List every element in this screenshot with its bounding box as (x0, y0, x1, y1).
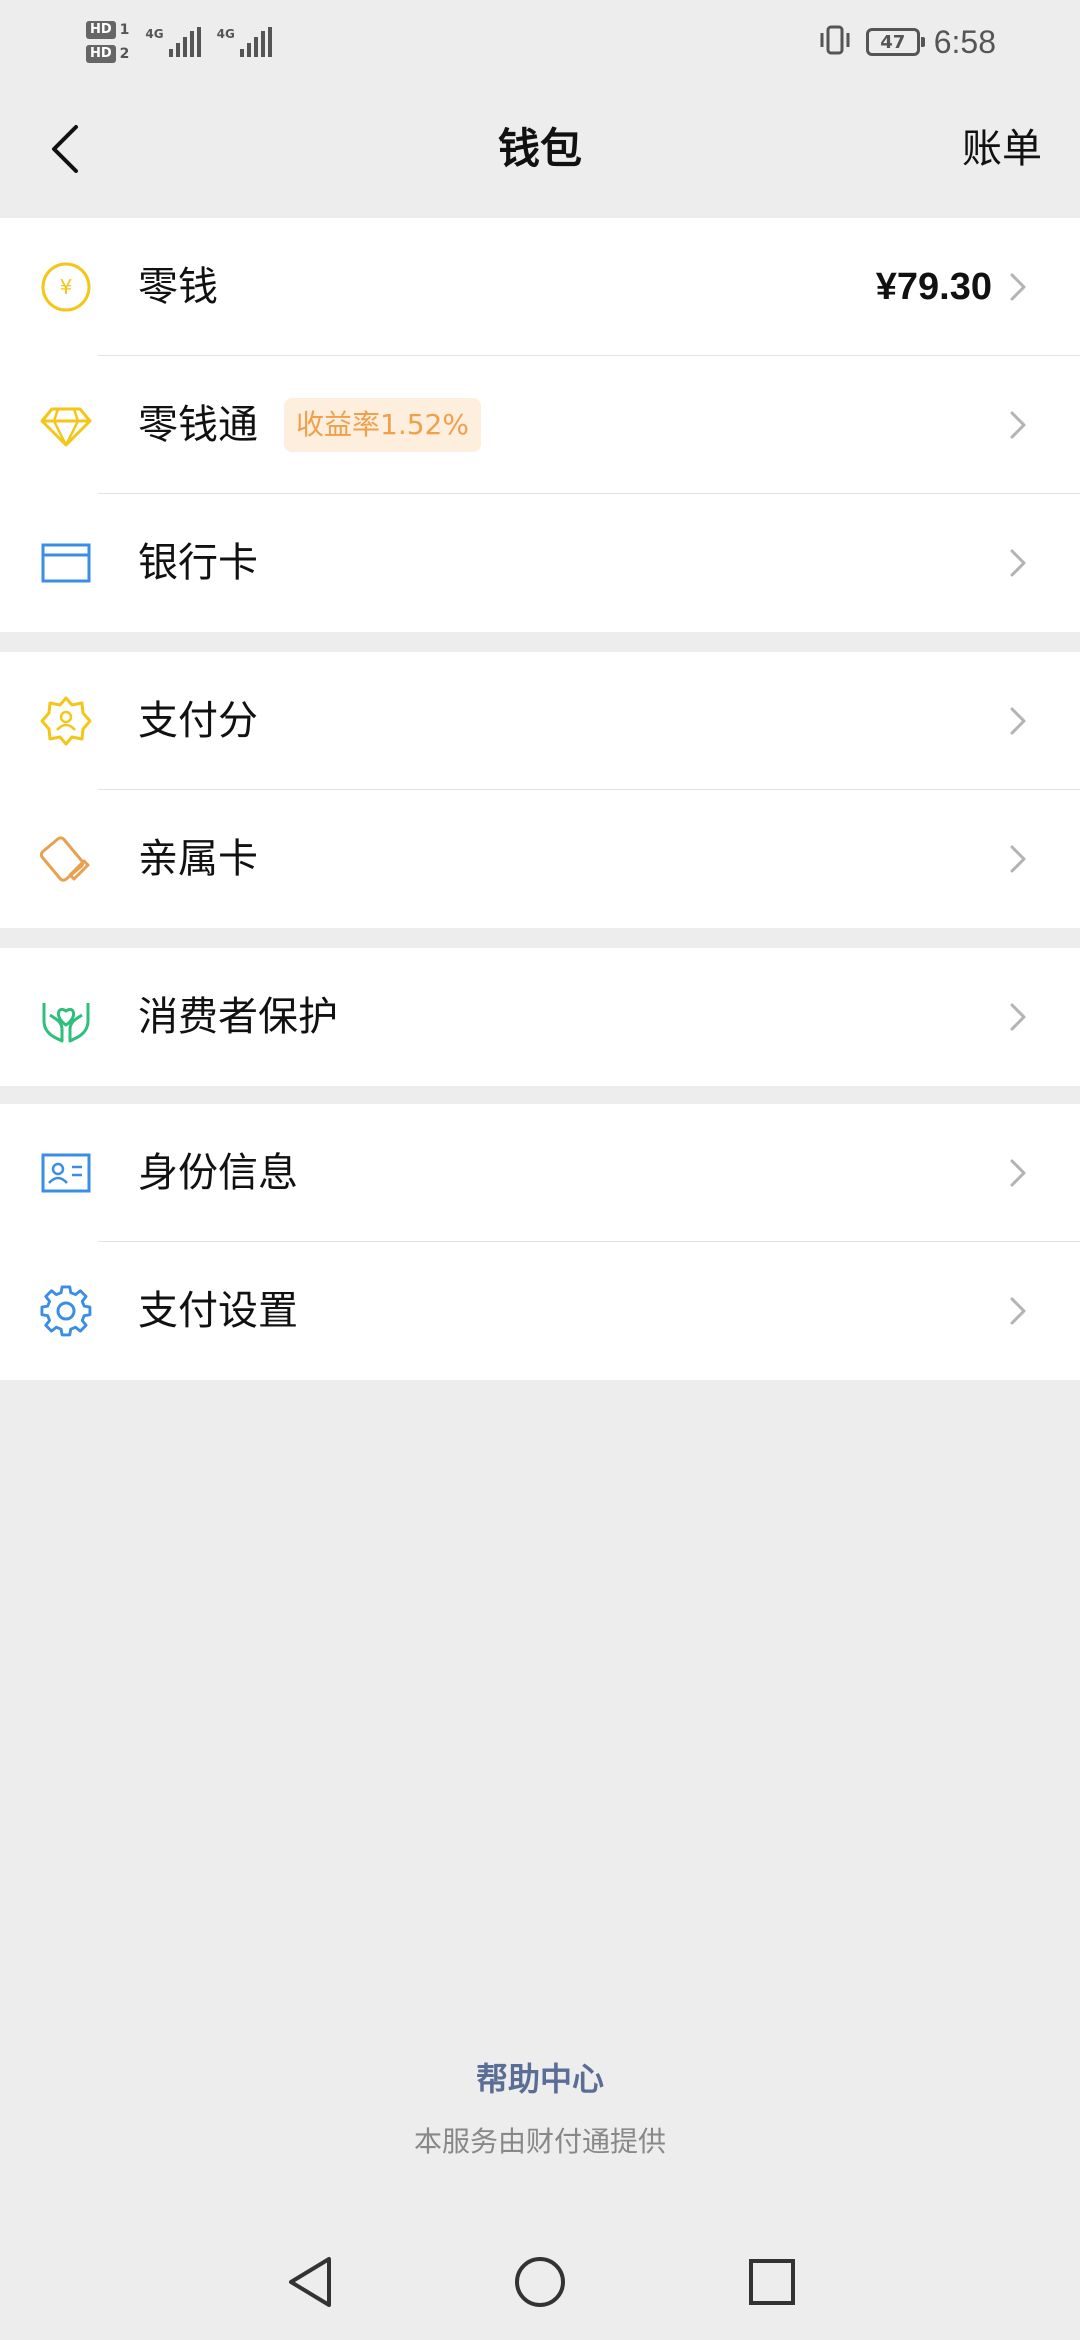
item-label: 银行卡 (138, 540, 258, 586)
item-label: 消费者保护 (138, 994, 338, 1040)
triangle-back-icon (289, 2257, 331, 2307)
list-item-bank-card[interactable]: 银行卡 (0, 494, 1080, 632)
balance-amount: ¥79.30 (875, 266, 992, 308)
square-recents-icon (749, 2259, 795, 2305)
sim2-row: HD 2 (86, 45, 129, 63)
clock: 6:58 (933, 23, 996, 60)
list-item-change[interactable]: ¥ 零钱 ¥79.30 (0, 218, 1080, 356)
vibrate-icon (818, 23, 852, 61)
wallet-section-protection: 消费者保护 (0, 948, 1080, 1086)
nav-recents-button[interactable] (742, 2252, 802, 2312)
item-label: 亲属卡 (138, 836, 258, 882)
chevron-right-icon (1010, 549, 1026, 577)
title-bar: 钱包 账单 (0, 86, 1080, 216)
chevron-right-icon (1010, 273, 1026, 301)
list-item-payment-settings[interactable]: 支付设置 (0, 1242, 1080, 1380)
nav-back-button[interactable] (280, 2252, 340, 2312)
service-provider-text: 本服务由财付通提供 (413, 2125, 666, 2158)
status-right: 47 6:58 (818, 16, 996, 68)
battery-level: 47 (880, 31, 906, 53)
id-card-icon (40, 1147, 92, 1199)
family-card-icon (40, 833, 92, 885)
item-label: 身份信息 (138, 1150, 298, 1196)
sim1-row: HD 1 (86, 21, 129, 39)
chevron-right-icon (1010, 1003, 1026, 1031)
page-title: 钱包 (497, 124, 582, 173)
nav-home-button[interactable] (510, 2252, 570, 2312)
wallet-section-settings: 身份信息 支付设置 (0, 1104, 1080, 1380)
item-label: 支付分 (138, 698, 258, 744)
sim1-number: 1 (119, 22, 130, 38)
payscore-icon (40, 695, 92, 747)
chevron-right-icon (1010, 411, 1026, 439)
wallet-section-balance: ¥ 零钱 ¥79.30 零钱通 收益率1.52% 银行卡 (0, 218, 1080, 632)
bank-card-icon (40, 537, 92, 589)
diamond-icon (40, 399, 92, 451)
list-item-identity[interactable]: 身份信息 (0, 1104, 1080, 1242)
yuan-coin-icon: ¥ (40, 261, 92, 313)
battery-icon: 47 (865, 28, 925, 56)
consumer-protection-icon (40, 991, 92, 1043)
circle-home-icon (515, 2257, 565, 2307)
chevron-right-icon (1010, 707, 1026, 735)
yield-badge: 收益率1.52% (284, 398, 481, 452)
list-item-consumer-protection[interactable]: 消费者保护 (0, 948, 1080, 1086)
system-nav-bar (0, 2222, 1080, 2340)
item-label: 零钱 (138, 264, 218, 310)
settings-gear-icon (40, 1285, 92, 1337)
item-label: 零钱通 (138, 402, 258, 448)
chevron-right-icon (1010, 845, 1026, 873)
signal-strength-2: 4G (217, 27, 272, 57)
hd-badge: HD (86, 45, 116, 63)
help-center-link[interactable]: 帮助中心 (0, 2054, 1080, 2100)
status-bar: HD 1 HD 2 4G 4G 47 6:58 (0, 0, 1080, 86)
list-item-family-card[interactable]: 亲属卡 (0, 790, 1080, 928)
item-label: 支付设置 (138, 1288, 298, 1334)
signal-strength-1: 4G (145, 27, 201, 57)
network-type: 4G (216, 27, 235, 41)
signal-bars-icon (239, 27, 272, 57)
chevron-right-icon (1010, 1159, 1026, 1187)
chevron-right-icon (1010, 1297, 1026, 1325)
list-item-payscore[interactable]: 支付分 (0, 652, 1080, 790)
hd-badge: HD (86, 21, 116, 39)
signal-bars-icon (168, 27, 201, 57)
signal-area: HD 1 HD 2 4G 4G (86, 12, 272, 72)
sim2-number: 2 (119, 46, 130, 62)
sim-indicators: HD 1 HD 2 (86, 21, 129, 63)
list-item-lingqiantong[interactable]: 零钱通 收益率1.52% (0, 356, 1080, 494)
bill-button[interactable]: 账单 (962, 114, 1042, 184)
network-type: 4G (145, 27, 164, 41)
wallet-section-credit: 支付分 亲属卡 (0, 652, 1080, 928)
svg-text:¥: ¥ (60, 275, 73, 299)
